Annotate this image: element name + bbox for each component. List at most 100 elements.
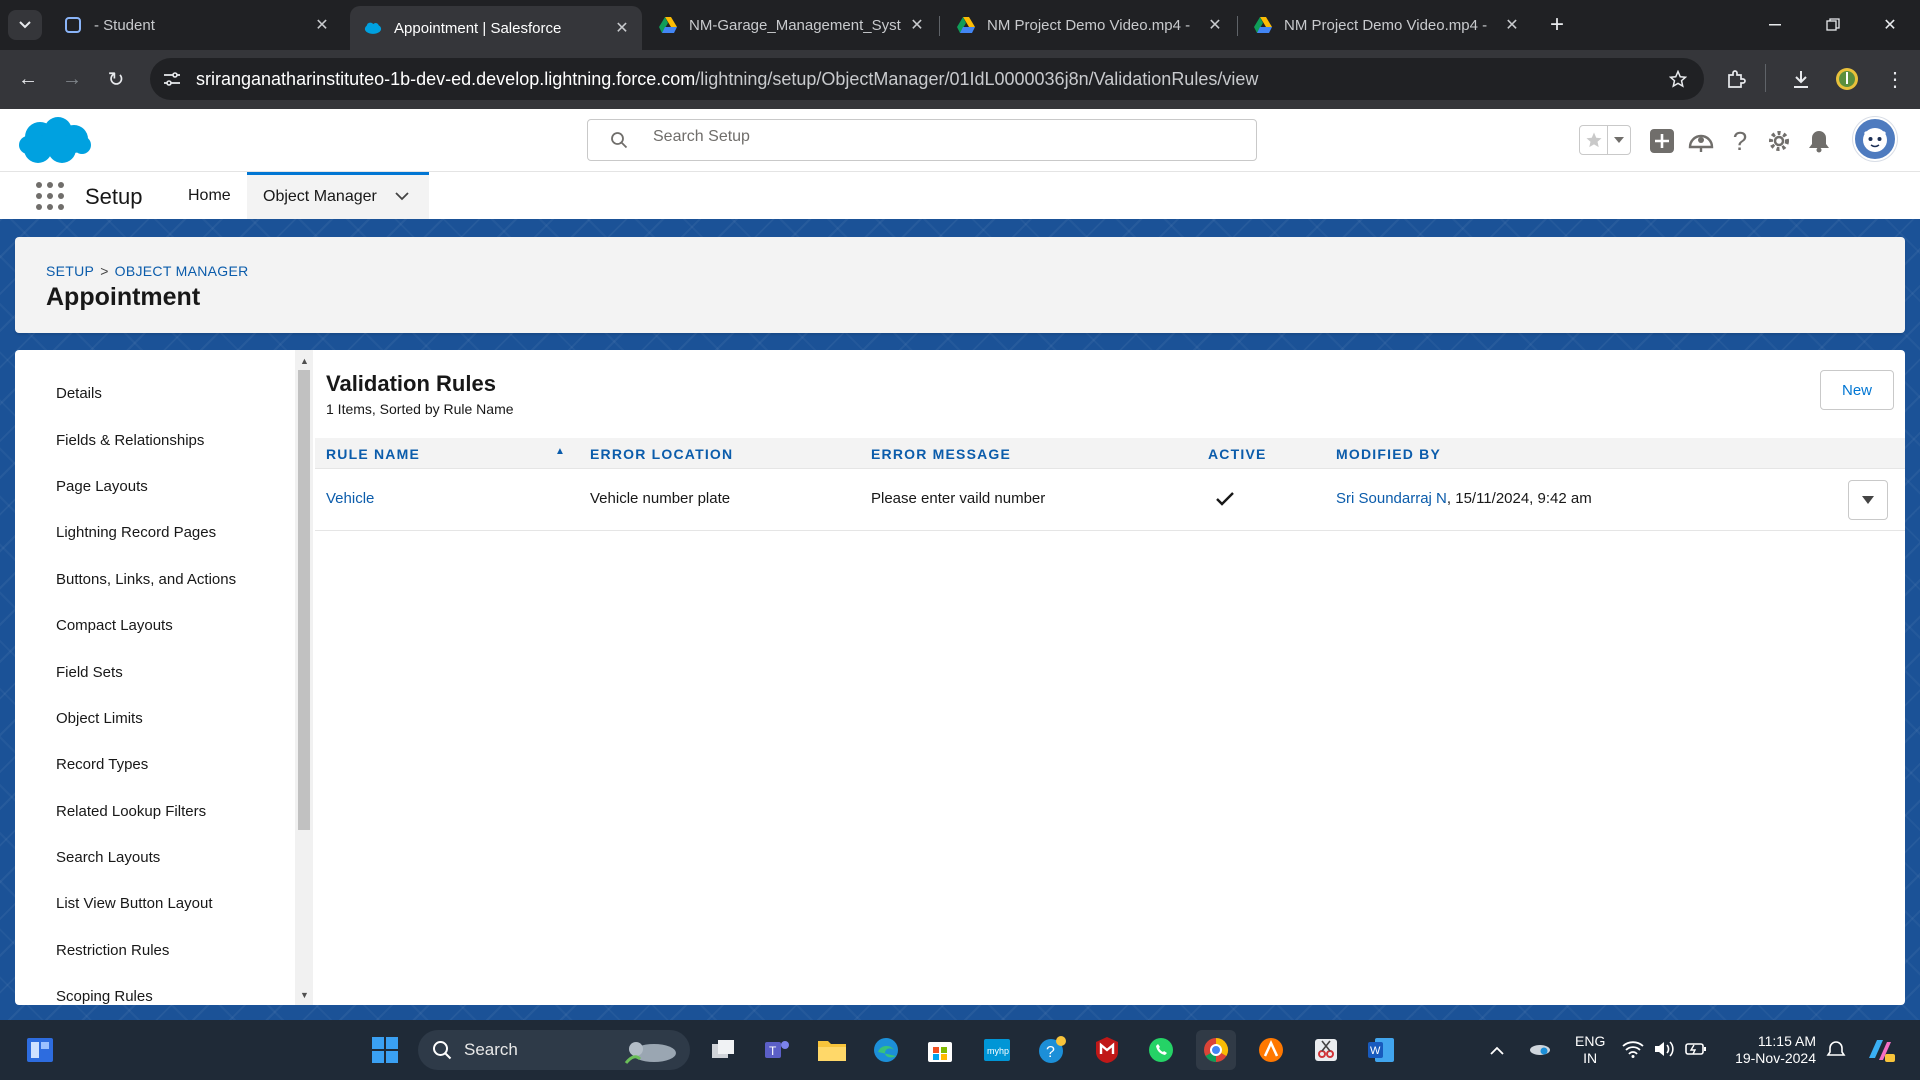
get-help-icon[interactable]: ?	[1032, 1030, 1072, 1070]
restore-icon[interactable]	[1803, 0, 1863, 50]
clock[interactable]: 11:15 AM 19-Nov-2024	[1718, 1033, 1816, 1067]
scroll-up-arrow-icon[interactable]: ▲	[300, 356, 309, 366]
favorites-dropdown-icon[interactable]	[1608, 126, 1630, 154]
column-header-active[interactable]: ACTIVE	[1208, 446, 1267, 462]
tab-label: NM-Garage_Management_Syst	[689, 16, 901, 34]
volume-icon[interactable]	[1653, 1040, 1675, 1061]
snipping-tool-icon[interactable]	[1306, 1030, 1346, 1070]
tab-search-dropdown[interactable]	[8, 10, 42, 40]
modified-by-user-link[interactable]: Sri Soundarraj N	[1336, 490, 1447, 507]
teams-icon[interactable]: T	[757, 1030, 797, 1070]
back-arrow-icon[interactable]: ←	[13, 64, 43, 94]
column-header-error-location[interactable]: ERROR LOCATION	[590, 446, 733, 462]
reload-icon[interactable]: ↻	[101, 64, 131, 94]
section-subtitle: 1 Items, Sorted by Rule Name	[326, 401, 514, 417]
mcafee-icon[interactable]	[1087, 1030, 1127, 1070]
sidebar-item-compact-layouts[interactable]: Compact Layouts	[56, 617, 173, 634]
minimize-icon[interactable]	[1745, 0, 1805, 50]
copilot-icon[interactable]	[1865, 1036, 1895, 1067]
search-setup-box[interactable]	[587, 119, 1257, 161]
language-indicator[interactable]: ENG IN	[1575, 1033, 1605, 1067]
extensions-puzzle-icon[interactable]	[1722, 65, 1750, 93]
sidebar-item-lightning-record-pages[interactable]: Lightning Record Pages	[56, 524, 216, 541]
windows-start-icon[interactable]	[365, 1030, 405, 1070]
scrollbar-thumb[interactable]	[298, 370, 310, 830]
chevron-down-icon[interactable]	[395, 188, 409, 206]
microsoft-store-icon[interactable]	[920, 1030, 960, 1070]
browser-tab-drive-2[interactable]: NM Project Demo Video.mp4 - ✕	[943, 8, 1235, 42]
sidebar-item-fields-relationships[interactable]: Fields & Relationships	[56, 432, 204, 449]
notification-center-icon[interactable]	[1826, 1040, 1846, 1063]
new-tab-plus-icon[interactable]: +	[1544, 11, 1570, 38]
help-question-icon[interactable]: ?	[1726, 126, 1754, 156]
global-actions-plus-icon[interactable]	[1648, 127, 1676, 155]
trailhead-guidance-icon[interactable]	[1687, 127, 1715, 155]
widgets-icon[interactable]	[20, 1030, 60, 1070]
word-icon[interactable]: W	[1361, 1030, 1401, 1070]
sidebar-item-field-sets[interactable]: Field Sets	[56, 664, 123, 681]
nav-tab-object-manager[interactable]: Object Manager	[247, 172, 429, 219]
notifications-bell-icon[interactable]	[1805, 127, 1833, 155]
rule-name-link[interactable]: Vehicle	[326, 490, 374, 507]
search-icon	[433, 1041, 452, 1060]
app-launcher-grid-icon[interactable]	[36, 182, 64, 210]
sidebar-item-record-types[interactable]: Record Types	[56, 756, 148, 773]
onedrive-icon[interactable]	[1528, 1040, 1552, 1059]
browser-tab-student[interactable]: - Student ✕	[50, 8, 342, 42]
nav-tab-home[interactable]: Home	[172, 172, 247, 219]
task-view-icon[interactable]	[703, 1030, 743, 1070]
taskbar-search[interactable]: Search	[418, 1030, 690, 1070]
sidebar-item-list-view-button-layout[interactable]: List View Button Layout	[56, 895, 213, 912]
setup-gear-icon[interactable]	[1765, 127, 1793, 155]
favorite-star-icon[interactable]	[1580, 126, 1608, 154]
validation-rules-section: Validation Rules 1 Items, Sorted by Rule…	[315, 350, 1905, 1005]
battery-icon[interactable]	[1685, 1041, 1707, 1060]
column-header-modified-by[interactable]: MODIFIED BY	[1336, 446, 1441, 462]
column-header-error-message[interactable]: ERROR MESSAGE	[871, 446, 1011, 462]
edge-browser-icon[interactable]	[866, 1030, 906, 1070]
column-header-rule-name[interactable]: RULE NAME	[326, 446, 420, 462]
user-avatar[interactable]	[1853, 117, 1897, 161]
close-icon[interactable]: ✕	[1502, 15, 1522, 35]
browser-tab-drive-1[interactable]: NM-Garage_Management_Syst ✕	[645, 8, 937, 42]
scroll-down-arrow-icon[interactable]: ▼	[300, 990, 309, 1000]
sidebar-item-scoping-rules[interactable]: Scoping Rules	[56, 988, 153, 1005]
close-window-icon[interactable]: ✕	[1860, 0, 1920, 50]
wifi-icon[interactable]	[1622, 1040, 1644, 1061]
sidebar-item-buttons-links-actions[interactable]: Buttons, Links, and Actions	[56, 571, 236, 588]
breadcrumb-setup[interactable]: SETUP	[46, 263, 94, 279]
address-bar[interactable]: sriranganatharinstituteo-1b-dev-ed.devel…	[150, 58, 1704, 100]
sort-ascending-icon[interactable]: ▲	[555, 446, 565, 457]
close-icon[interactable]: ✕	[312, 15, 332, 35]
chrome-icon[interactable]	[1196, 1030, 1236, 1070]
sidebar-item-restriction-rules[interactable]: Restriction Rules	[56, 942, 169, 959]
forward-arrow-icon[interactable]: →	[57, 64, 87, 94]
whatsapp-icon[interactable]	[1141, 1030, 1181, 1070]
sidebar-scrollbar[interactable]: ▲ ▼	[295, 350, 313, 1005]
new-rule-button[interactable]: New	[1820, 370, 1894, 410]
browser-tab-salesforce[interactable]: Appointment | Salesforce ✕	[350, 6, 642, 50]
salesforce-logo[interactable]	[18, 115, 92, 172]
sidebar-item-object-limits[interactable]: Object Limits	[56, 710, 143, 727]
bookmark-star-icon[interactable]	[1666, 67, 1690, 91]
sidebar-item-related-lookup-filters[interactable]: Related Lookup Filters	[56, 803, 206, 820]
site-info-icon[interactable]	[160, 67, 184, 91]
close-icon[interactable]: ✕	[612, 18, 632, 38]
close-icon[interactable]: ✕	[907, 15, 927, 35]
close-icon[interactable]: ✕	[1205, 15, 1225, 35]
breadcrumb-object-manager[interactable]: OBJECT MANAGER	[115, 263, 249, 279]
download-icon[interactable]	[1787, 65, 1815, 93]
myhp-icon[interactable]: myhp	[977, 1030, 1017, 1070]
row-actions-dropdown[interactable]	[1848, 480, 1888, 520]
browser-tab-drive-3[interactable]: NM Project Demo Video.mp4 - ✕	[1240, 8, 1532, 42]
google-drive-icon	[1254, 16, 1272, 34]
show-hidden-icons-chevron[interactable]	[1490, 1042, 1504, 1058]
sidebar-item-page-layouts[interactable]: Page Layouts	[56, 478, 148, 495]
search-setup-input[interactable]	[653, 128, 1213, 146]
avast-icon[interactable]	[1251, 1030, 1291, 1070]
sidebar-item-search-layouts[interactable]: Search Layouts	[56, 849, 160, 866]
sidebar-item-details[interactable]: Details	[56, 385, 102, 402]
browser-menu-icon[interactable]: ⋮	[1881, 65, 1909, 93]
profile-avatar-icon[interactable]	[1833, 65, 1861, 93]
file-explorer-icon[interactable]	[812, 1030, 852, 1070]
